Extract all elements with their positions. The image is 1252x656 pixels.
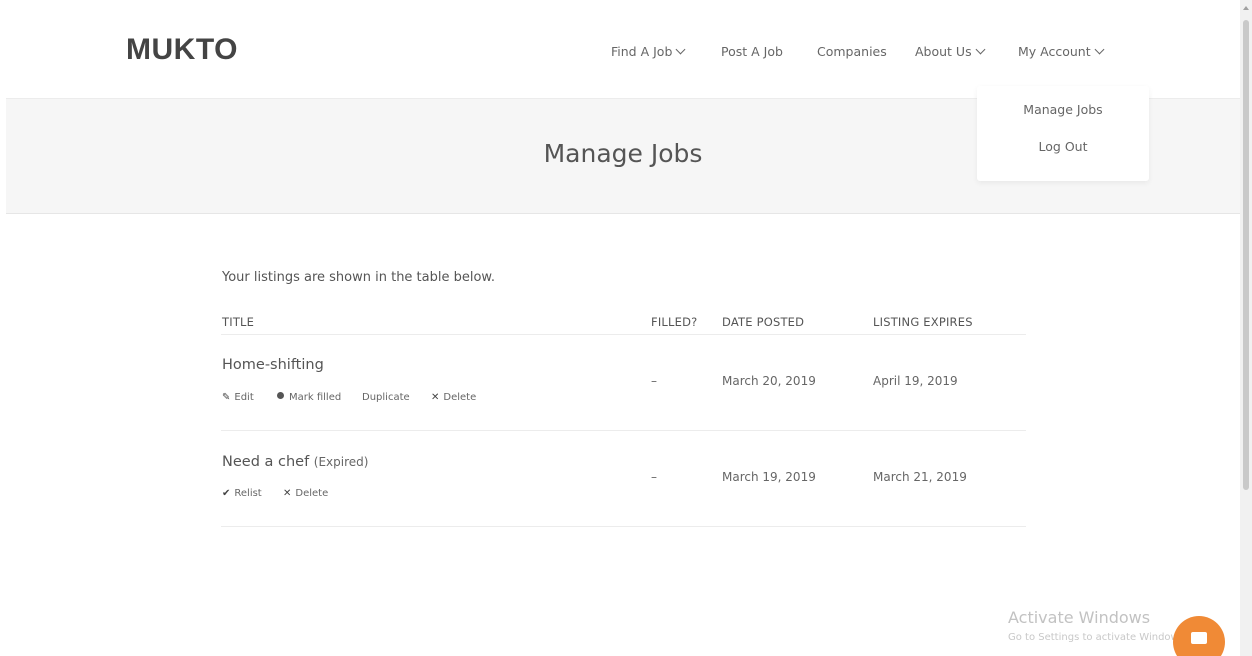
action-label: Mark filled xyxy=(289,392,342,403)
chevron-down-icon xyxy=(675,44,686,55)
mark-filled-action[interactable]: Mark filled xyxy=(277,392,341,403)
action-label: Delete xyxy=(443,392,477,403)
chat-icon xyxy=(1191,632,1207,644)
action-label: Edit xyxy=(234,392,254,403)
scroll-up-arrow-icon[interactable] xyxy=(1243,6,1249,10)
divider xyxy=(221,430,1026,431)
listings-intro: Your listings are shown in the table bel… xyxy=(222,270,496,285)
job-title-text: Home-shifting xyxy=(222,357,324,373)
site-logo[interactable]: MUKTO xyxy=(126,33,238,67)
nav-item-label: Post A Job xyxy=(721,44,783,59)
filled-cell: – xyxy=(651,374,657,388)
nav-item-label: My Account xyxy=(1018,44,1091,59)
nav-about-us[interactable]: About Us xyxy=(915,44,986,59)
edit-action[interactable]: ✎ Edit xyxy=(222,392,254,403)
nav-post-a-job[interactable]: Post A Job xyxy=(721,44,783,59)
chat-button[interactable] xyxy=(1173,616,1225,656)
divider xyxy=(221,334,1026,335)
nav-companies[interactable]: Companies xyxy=(817,44,887,59)
activation-watermark-title: Activate Windows xyxy=(1008,608,1151,627)
column-header-date-posted: DATE POSTED xyxy=(722,315,805,329)
check-icon: ✔ xyxy=(222,488,231,499)
filled-cell: – xyxy=(651,470,657,484)
chevron-down-icon xyxy=(975,44,986,55)
nav-find-a-job[interactable]: Find A Job xyxy=(611,44,686,59)
column-header-filled: FILLED? xyxy=(651,315,698,329)
scrollbar-thumb[interactable] xyxy=(1243,20,1249,490)
page-scrollbar[interactable] xyxy=(1240,0,1252,656)
x-icon: ✕ xyxy=(283,488,292,499)
nav-item-label: Companies xyxy=(817,44,887,59)
relist-action[interactable]: ✔ Relist xyxy=(222,488,262,499)
column-header-title: TITLE xyxy=(222,315,255,329)
action-label: Relist xyxy=(234,488,262,499)
delete-action[interactable]: ✕ Delete xyxy=(283,488,328,499)
expires-cell: March 21, 2019 xyxy=(873,470,967,484)
divider xyxy=(221,526,1026,527)
nav-item-label: Find A Job xyxy=(611,44,673,59)
nav-item-label: About Us xyxy=(915,44,972,59)
dropdown-item-log-out[interactable]: Log Out xyxy=(977,139,1149,154)
expired-label: (Expired) xyxy=(313,455,369,469)
date-posted-cell: March 19, 2019 xyxy=(722,470,816,484)
column-header-listing-expires: LISTING EXPIRES xyxy=(873,315,973,329)
duplicate-action[interactable]: Duplicate xyxy=(362,392,410,403)
date-posted-cell: March 20, 2019 xyxy=(722,374,816,388)
job-title-link[interactable]: Home-shifting xyxy=(222,357,324,373)
delete-action[interactable]: ✕ Delete xyxy=(431,392,476,403)
chevron-down-icon xyxy=(1094,44,1105,55)
action-label: Duplicate xyxy=(362,392,410,403)
pencil-icon: ✎ xyxy=(222,392,231,403)
expires-cell: April 19, 2019 xyxy=(873,374,958,388)
nav-my-account[interactable]: My Account xyxy=(1018,44,1105,59)
dropdown-item-manage-jobs[interactable]: Manage Jobs xyxy=(977,102,1149,117)
job-title-text: Need a chef xyxy=(222,454,310,470)
activation-watermark-subtitle: Go to Settings to activate Windows. xyxy=(1008,632,1188,643)
x-icon: ✕ xyxy=(431,392,440,403)
action-label: Delete xyxy=(295,488,329,499)
page: MUKTO Find A Job Post A Job Companies Ab… xyxy=(0,0,1252,656)
dot-icon xyxy=(277,392,284,399)
job-title-link[interactable]: Need a chef (Expired) xyxy=(222,454,368,470)
my-account-dropdown: Manage Jobs Log Out xyxy=(977,86,1149,181)
